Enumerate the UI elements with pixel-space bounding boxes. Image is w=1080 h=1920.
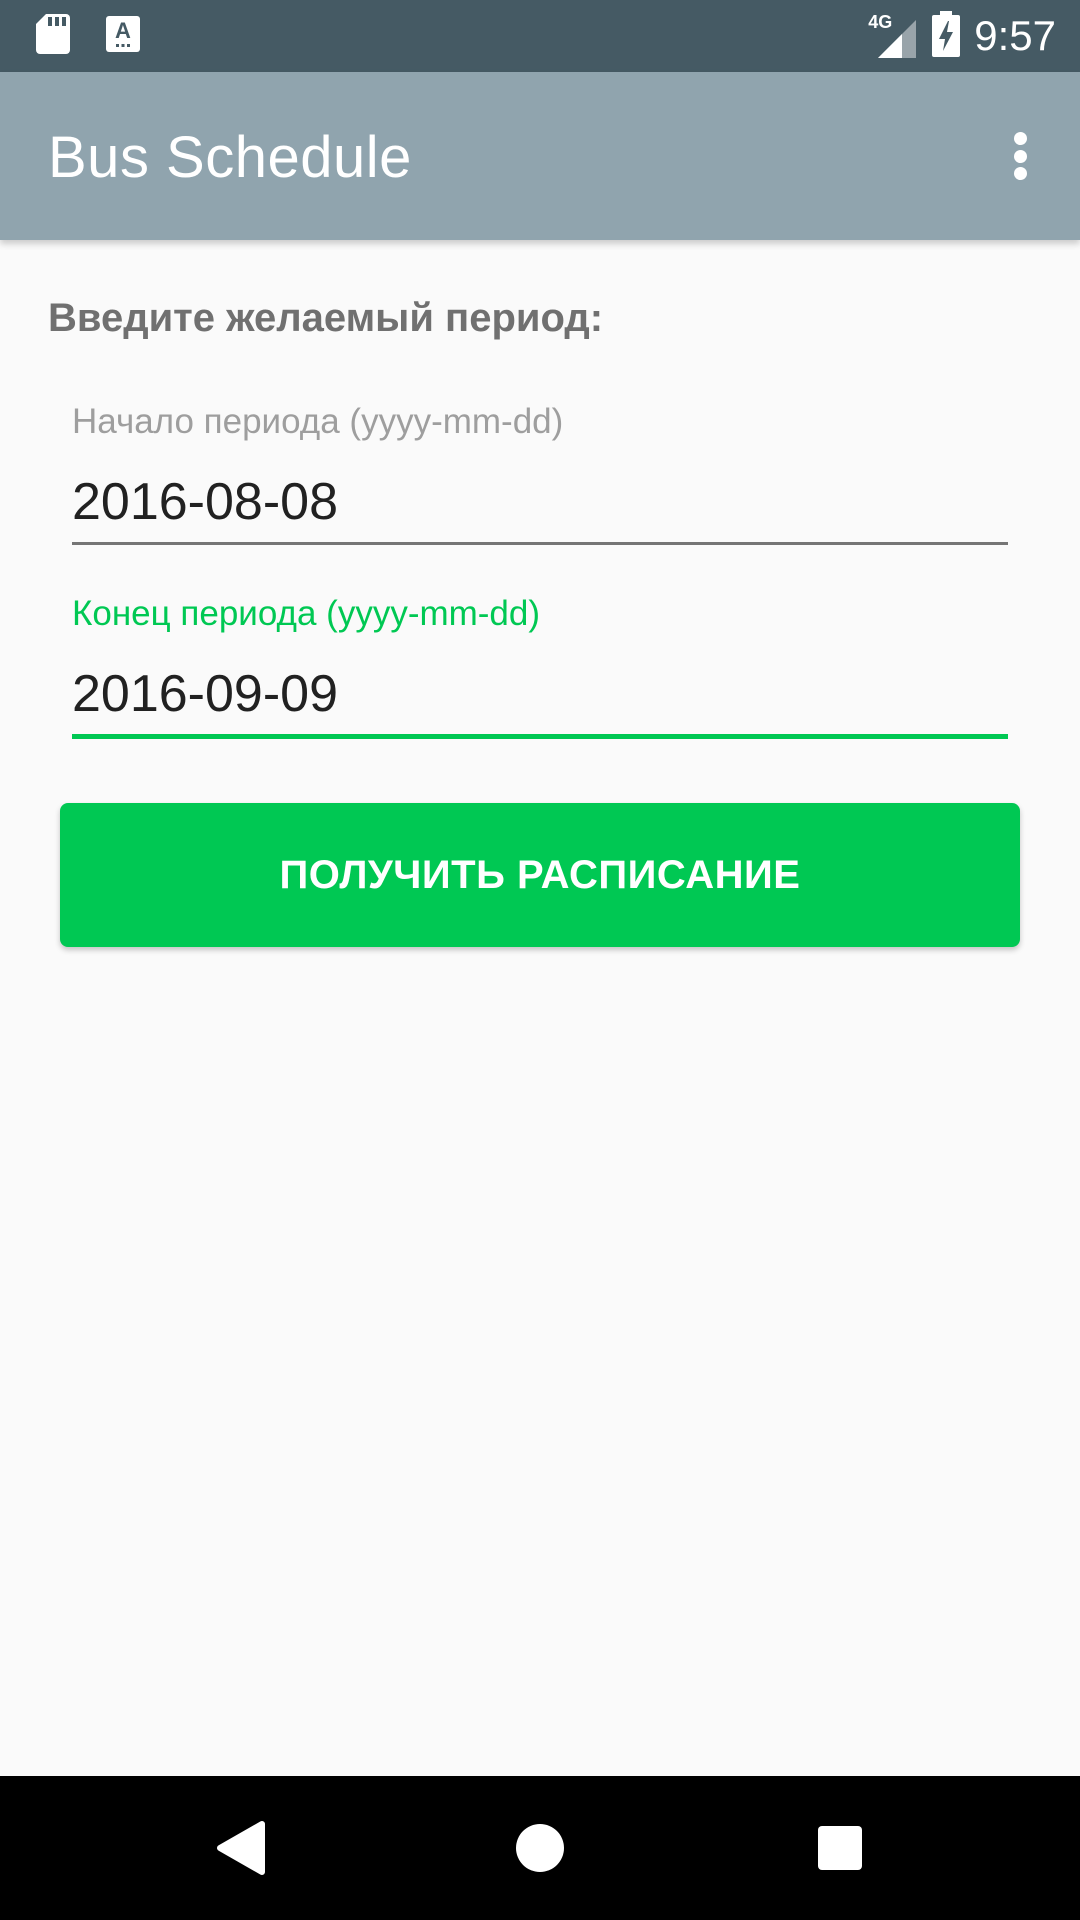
end-date-label: Конец периода (yyyy-mm-dd) xyxy=(72,594,541,633)
app-bar: Bus Schedule xyxy=(0,72,1080,240)
status-time: 9:57 xyxy=(974,12,1056,59)
sd-card-icon xyxy=(36,14,70,59)
back-icon[interactable] xyxy=(204,1812,276,1884)
status-bar: A 4G 9:57 xyxy=(0,0,1080,72)
svg-text:A: A xyxy=(115,18,131,43)
period-prompt: Введите желаемый период: xyxy=(48,296,604,340)
start-date-input[interactable] xyxy=(72,472,1008,542)
keyboard-a-icon: A xyxy=(106,16,140,57)
signal-icon: 4G xyxy=(868,12,918,60)
end-date-underline xyxy=(72,734,1008,739)
start-date-label: Начало периода (yyyy-mm-dd) xyxy=(72,402,564,441)
end-date-input[interactable] xyxy=(72,664,1008,734)
start-date-field[interactable]: Начало периода (yyyy-mm-dd) xyxy=(72,402,1008,545)
end-date-field[interactable]: Конец периода (yyyy-mm-dd) xyxy=(72,594,1008,739)
start-date-underline xyxy=(72,542,1008,545)
get-schedule-button[interactable]: ПОЛУЧИТЬ РАСПИСАНИЕ xyxy=(60,803,1020,947)
navigation-bar xyxy=(0,1776,1080,1920)
recents-icon[interactable] xyxy=(804,1812,876,1884)
home-icon[interactable] xyxy=(504,1812,576,1884)
overflow-menu-icon[interactable] xyxy=(996,126,1044,186)
app-title: Bus Schedule xyxy=(48,125,412,190)
battery-charging-icon xyxy=(932,10,961,62)
